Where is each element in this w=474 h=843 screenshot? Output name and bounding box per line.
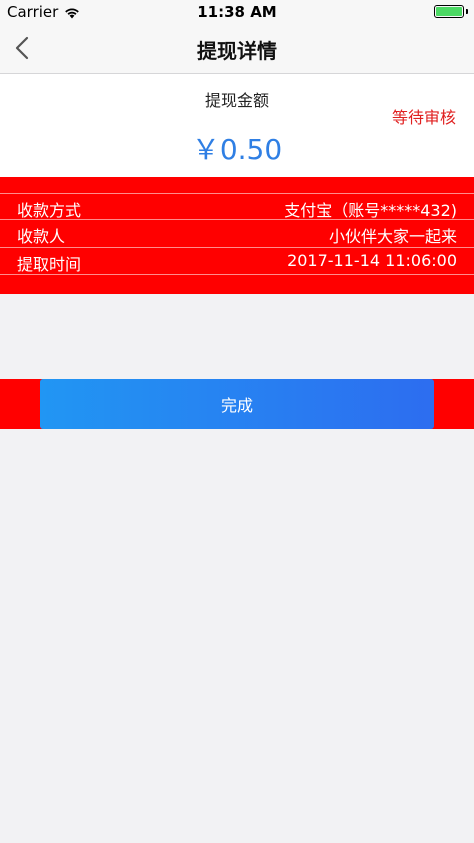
navigation-bar: 提现详情 (0, 24, 474, 74)
done-button[interactable]: 完成 (40, 379, 434, 429)
detail-panel: 收款方式 支付宝（账号*****432) 收款人 小伙伴大家一起来 提取时间 2… (0, 177, 474, 294)
detail-key: 收款方式 (17, 201, 82, 220)
detail-row-payee: 收款人 小伙伴大家一起来 (0, 219, 474, 246)
status-time: 11:38 AM (197, 3, 277, 21)
row-divider (0, 274, 474, 275)
detail-value: 2017-11-14 11:06:00 (287, 251, 457, 270)
amount-card: 提现金额 等待审核 ￥0.50 (0, 74, 474, 177)
status-badge: 等待审核 (391, 108, 456, 127)
battery-icon (434, 5, 468, 18)
detail-row-time: 提取时间 2017-11-14 11:06:00 (0, 247, 474, 274)
amount-value: ￥0.50 (191, 133, 283, 166)
status-bar: Carrier 11:38 AM (0, 0, 474, 24)
detail-value: 支付宝（账号*****432) (284, 201, 457, 220)
detail-value: 小伙伴大家一起来 (328, 227, 457, 246)
page-title: 提现详情 (197, 39, 277, 63)
battery-level (436, 7, 462, 16)
detail-key: 提取时间 (17, 255, 82, 274)
detail-row-method: 收款方式 支付宝（账号*****432) (0, 193, 474, 220)
button-band: 完成 (0, 379, 474, 429)
detail-key: 收款人 (17, 227, 66, 246)
